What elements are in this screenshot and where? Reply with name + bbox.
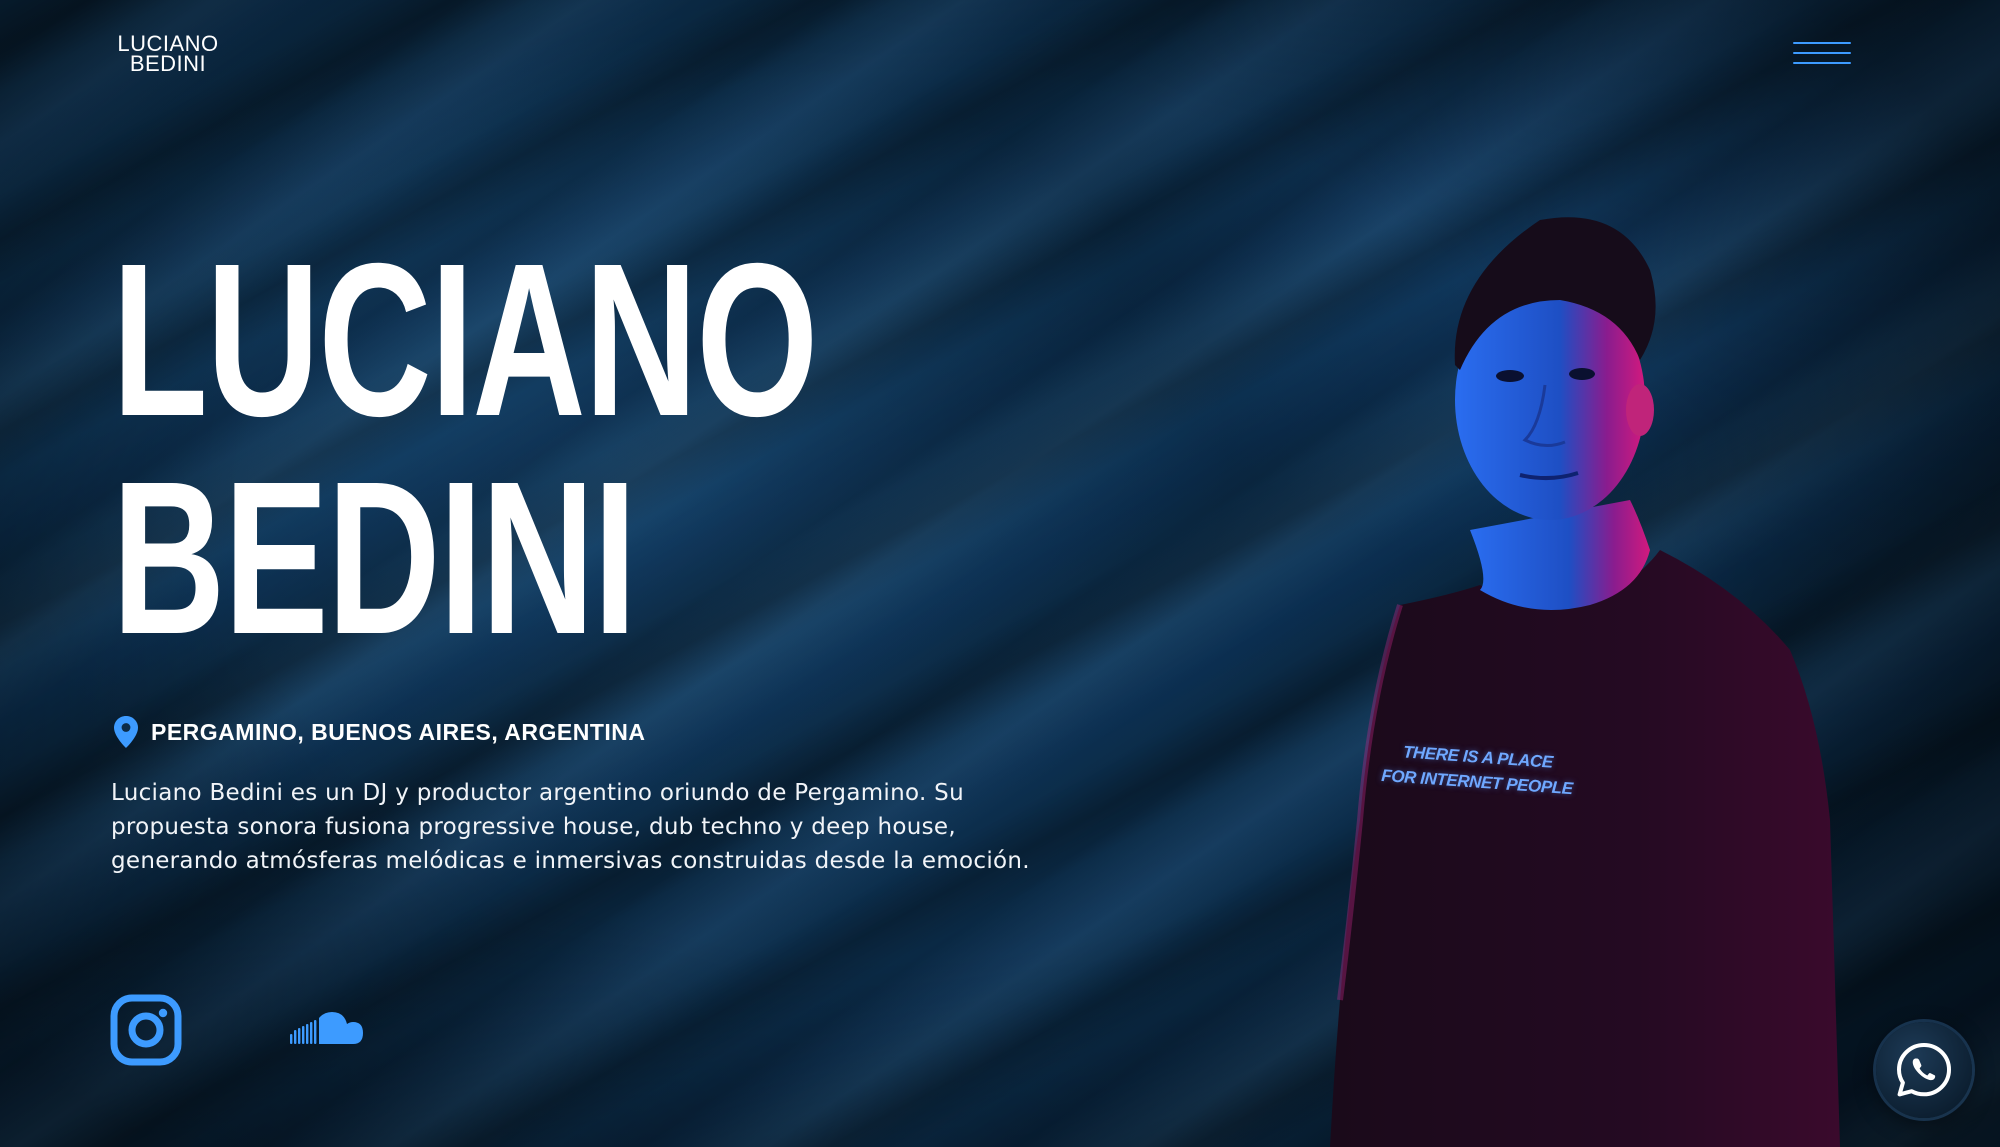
whatsapp-button[interactable]	[1876, 1022, 1972, 1118]
hero-title: LUCIANO BEDINI	[112, 219, 818, 680]
menu-bar-top	[1793, 42, 1851, 44]
location-text: PERGAMINO, BUENOS AIRES, ARGENTINA	[151, 718, 646, 745]
whatsapp-icon	[1897, 1043, 1951, 1097]
menu-bar-middle	[1793, 52, 1851, 54]
hero-title-line-2: BEDINI	[112, 437, 637, 680]
soundcloud-link[interactable]	[290, 1010, 364, 1050]
site-logo[interactable]: LUCIANO BEDINI	[116, 33, 220, 76]
location: PERGAMINO, BUENOS AIRES, ARGENTINA	[113, 716, 646, 748]
logo-line-2: BEDINI	[129, 51, 207, 76]
artist-portrait	[1330, 217, 1840, 1147]
hamburger-icon[interactable]	[1793, 40, 1851, 70]
menu-bar-bottom	[1793, 62, 1851, 64]
hero-title-line-1: LUCIANO	[112, 219, 818, 462]
hero-section: LUCIANO BEDINI THERE IS A PLACE FOR INTE…	[0, 0, 2000, 1147]
instagram-icon	[110, 994, 182, 1066]
map-pin-icon	[114, 716, 138, 748]
artist-bio: Luciano Bedini es un DJ y productor arge…	[111, 780, 1030, 874]
instagram-link[interactable]	[110, 994, 182, 1066]
soundcloud-icon	[290, 1012, 363, 1044]
